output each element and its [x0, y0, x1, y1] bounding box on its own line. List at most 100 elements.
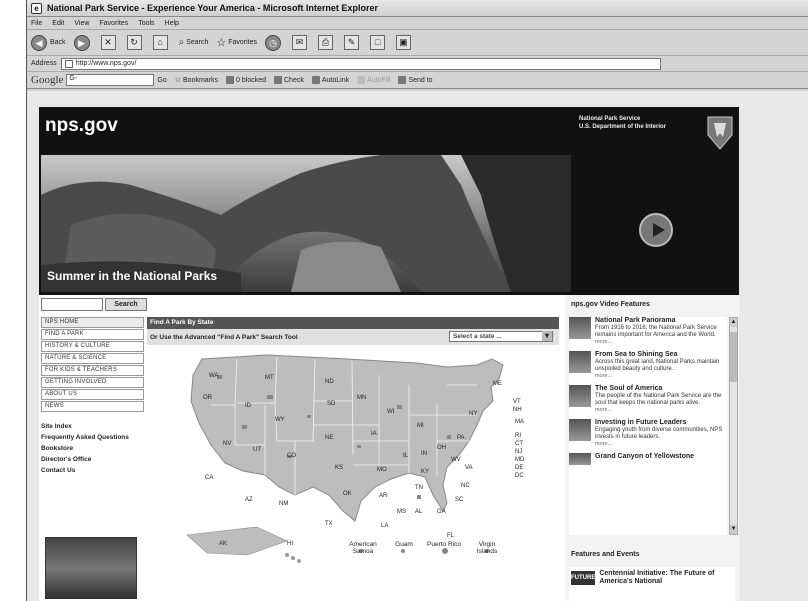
- popup-blocker-button[interactable]: 0 blocked: [226, 76, 266, 84]
- state-label[interactable]: LA: [381, 523, 388, 529]
- state-label[interactable]: AZ: [245, 497, 253, 503]
- more-link[interactable]: more...: [595, 373, 727, 380]
- menu-edit[interactable]: Edit: [52, 20, 64, 27]
- state-label[interactable]: DC: [515, 473, 524, 479]
- state-label[interactable]: CT: [515, 441, 523, 447]
- video-thumbnail[interactable]: [569, 317, 591, 339]
- state-label[interactable]: MA: [515, 419, 524, 425]
- spellcheck-button[interactable]: Check: [274, 76, 304, 84]
- more-link[interactable]: more...: [595, 339, 727, 346]
- state-label[interactable]: IN: [421, 451, 427, 457]
- menu-file[interactable]: File: [31, 20, 42, 27]
- menu-favorites[interactable]: Favorites: [99, 20, 128, 27]
- autolink-button[interactable]: AutoLink: [311, 76, 349, 84]
- scroll-down-icon[interactable]: ▼: [730, 525, 737, 534]
- state-label[interactable]: MT: [265, 375, 274, 381]
- sendto-button[interactable]: Send to: [398, 76, 433, 84]
- state-label[interactable]: VT: [513, 399, 521, 405]
- state-label[interactable]: NE: [325, 435, 333, 441]
- state-label[interactable]: TN: [415, 485, 423, 491]
- nav-kids-teachers[interactable]: FOR KIDS & TEACHERS: [41, 365, 144, 376]
- state-label[interactable]: PA: [457, 435, 465, 441]
- state-label[interactable]: NC: [461, 483, 470, 489]
- state-label[interactable]: WY: [275, 417, 285, 423]
- state-label[interactable]: WI: [387, 409, 394, 415]
- back-button[interactable]: ◀ Back: [31, 34, 66, 51]
- link-faq[interactable]: Frequently Asked Questions: [41, 434, 141, 441]
- nav-news[interactable]: NEWS: [41, 401, 144, 412]
- site-search-input[interactable]: [41, 298, 103, 311]
- google-search-input[interactable]: G-: [66, 74, 155, 86]
- state-label[interactable]: AR: [379, 493, 387, 499]
- state-label[interactable]: OK: [343, 491, 352, 497]
- edit-button[interactable]: ✎: [344, 35, 362, 50]
- scroll-up-icon[interactable]: ▲: [730, 318, 737, 327]
- site-search-button[interactable]: Search: [105, 298, 147, 311]
- nav-history-culture[interactable]: HISTORY & CULTURE: [41, 341, 144, 352]
- territory-label[interactable]: American Samoa: [343, 541, 383, 555]
- discuss-button[interactable]: □: [370, 35, 388, 50]
- state-label[interactable]: ME: [493, 381, 502, 387]
- territory-label[interactable]: Guam: [391, 541, 417, 548]
- state-label[interactable]: UT: [253, 447, 261, 453]
- nav-find-a-park[interactable]: FIND A PARK: [41, 329, 144, 340]
- feature-item[interactable]: FUTURE Centennial Initiative: The Future…: [569, 567, 735, 601]
- state-label[interactable]: ND: [325, 379, 334, 385]
- state-label[interactable]: NY: [469, 411, 477, 417]
- link-directors-office[interactable]: Director's Office: [41, 456, 141, 463]
- play-video-button[interactable]: [639, 213, 673, 247]
- state-label[interactable]: ID: [245, 403, 251, 409]
- print-button[interactable]: ⎙: [318, 35, 336, 50]
- state-label[interactable]: CO: [287, 453, 296, 459]
- link-contact-us[interactable]: Contact Us: [41, 467, 141, 474]
- state-label[interactable]: IA: [371, 431, 377, 437]
- hero-image[interactable]: Summer in the National Parks: [41, 155, 571, 292]
- state-label[interactable]: DE: [515, 465, 523, 471]
- state-label[interactable]: NM: [279, 501, 288, 507]
- forward-button[interactable]: ▶: [73, 34, 93, 51]
- video-thumbnail[interactable]: [569, 385, 591, 407]
- video-item[interactable]: From Sea to Shining Sea Across this grea…: [569, 351, 727, 380]
- address-input[interactable]: http://www.nps.gov/: [60, 57, 661, 70]
- mail-button[interactable]: ✉: [292, 35, 310, 50]
- history-button[interactable]: ◷: [265, 34, 284, 51]
- video-list-scrollbar[interactable]: ▲ ▼: [729, 317, 738, 535]
- refresh-button[interactable]: ↻: [126, 35, 145, 50]
- state-label[interactable]: SC: [455, 497, 463, 503]
- state-label[interactable]: NJ: [515, 449, 522, 455]
- video-item[interactable]: The Soul of America The people of the Na…: [569, 385, 727, 414]
- video-item[interactable]: Grand Canyon of Yellowstone: [569, 453, 727, 465]
- state-label[interactable]: AK: [219, 541, 227, 547]
- nav-nps-home[interactable]: NPS HOME: [41, 317, 144, 328]
- video-item[interactable]: National Park Panorama From 1916 to 2016…: [569, 317, 727, 346]
- advanced-search-link[interactable]: Or Use the Advanced "Find A Park" Search…: [150, 334, 298, 341]
- state-label[interactable]: NH: [513, 407, 522, 413]
- state-label[interactable]: CA: [205, 475, 213, 481]
- scroll-thumb[interactable]: [730, 332, 737, 382]
- state-label[interactable]: NV: [223, 441, 231, 447]
- more-link[interactable]: more...: [595, 407, 727, 414]
- territory-label[interactable]: Puerto Rico: [427, 541, 461, 548]
- state-label[interactable]: GA: [437, 509, 446, 515]
- state-label[interactable]: FL: [447, 533, 454, 539]
- state-label[interactable]: AL: [415, 509, 422, 515]
- video-title[interactable]: Investing in Future Leaders: [595, 419, 727, 427]
- nav-getting-involved[interactable]: GETTING INVOLVED: [41, 377, 144, 388]
- google-go-button[interactable]: Go: [157, 77, 166, 84]
- state-label[interactable]: VA: [465, 465, 473, 471]
- territory-label[interactable]: Virgin Islands: [469, 541, 505, 555]
- feature-title[interactable]: Centennial Initiative: The Future of Ame…: [599, 567, 735, 601]
- nav-about-us[interactable]: ABOUT US: [41, 389, 144, 400]
- link-site-index[interactable]: Site Index: [41, 423, 141, 430]
- state-label[interactable]: MO: [377, 467, 387, 473]
- google-bookmarks-button[interactable]: ☆ Bookmarks: [175, 76, 218, 85]
- state-label[interactable]: OR: [203, 395, 212, 401]
- state-select[interactable]: Select a state ...: [449, 331, 553, 342]
- state-label[interactable]: HI: [287, 541, 293, 547]
- state-label[interactable]: OH: [437, 445, 446, 451]
- state-label[interactable]: MS: [397, 509, 406, 515]
- menu-help[interactable]: Help: [165, 20, 179, 27]
- stop-button[interactable]: ✕: [100, 35, 119, 50]
- state-label[interactable]: WA: [209, 373, 218, 379]
- site-logo[interactable]: nps.gov: [45, 115, 118, 137]
